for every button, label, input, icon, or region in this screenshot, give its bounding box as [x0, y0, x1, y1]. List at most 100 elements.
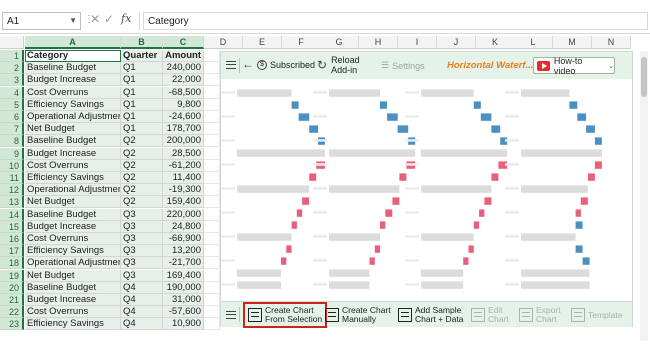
empty-cell[interactable] — [204, 220, 220, 233]
subscribed-button[interactable]: $ Subscribed — [257, 60, 315, 70]
cell-c[interactable]: 240,000 — [163, 62, 204, 75]
row-header[interactable]: 9 — [0, 147, 24, 160]
cell-b[interactable]: Q2 — [121, 135, 163, 148]
cell-b[interactable]: Q3 — [121, 233, 163, 245]
cell-a[interactable]: Efficiency Savings — [25, 318, 121, 331]
reload-addin-button[interactable]: ↻ Reload Add-in — [317, 55, 360, 75]
cell-b[interactable]: Q3 — [121, 208, 163, 221]
column-header-n[interactable]: N — [592, 36, 631, 49]
column-header-c[interactable]: C — [163, 36, 204, 49]
column-header-m[interactable]: M — [553, 36, 592, 49]
cell-c[interactable]: 9,800 — [163, 98, 204, 111]
cell-c[interactable]: -68,500 — [163, 86, 204, 99]
column-header-k[interactable]: K — [476, 36, 515, 49]
cell-c[interactable]: 13,200 — [163, 245, 204, 258]
column-header-i[interactable]: I — [398, 36, 437, 49]
row-header[interactable]: 5 — [0, 98, 24, 111]
row-header[interactable]: 3 — [0, 74, 24, 87]
empty-cell[interactable] — [204, 184, 220, 197]
cell-a[interactable]: Budget Increase — [25, 147, 121, 160]
row-header[interactable]: 1 — [0, 50, 24, 62]
cell-a[interactable]: Baseline Budget — [25, 135, 121, 148]
cell-b[interactable]: Q2 — [121, 172, 163, 184]
hamburger-icon[interactable] — [226, 61, 236, 69]
cell-c[interactable]: 22,000 — [163, 74, 204, 87]
row-header[interactable]: 21 — [0, 294, 24, 306]
row-header[interactable]: 11 — [0, 172, 24, 184]
empty-cell[interactable] — [204, 111, 220, 123]
edit-chart-button[interactable]: Edit Chart — [471, 304, 509, 326]
empty-cell[interactable] — [204, 196, 220, 209]
cell-b[interactable]: Q1 — [121, 86, 163, 99]
cell-b[interactable]: Q3 — [121, 220, 163, 233]
cell-c[interactable]: 220,000 — [163, 208, 204, 221]
empty-cell[interactable] — [204, 208, 220, 221]
scrollbar-thumb[interactable] — [641, 57, 647, 97]
formula-input[interactable]: Category — [143, 12, 648, 30]
export-chart-button[interactable]: Export Chart — [519, 304, 561, 326]
howto-video-dropdown[interactable]: How-to video ⌄ — [533, 56, 615, 76]
cell-b[interactable]: Q1 — [121, 123, 163, 136]
cell-a[interactable]: Cost Overruns — [25, 86, 121, 99]
row-header[interactable]: 23 — [0, 318, 24, 331]
empty-cell[interactable] — [204, 257, 220, 270]
cell-b[interactable]: Q1 — [121, 62, 163, 75]
column-header-a[interactable]: A — [25, 36, 121, 49]
column-header-g[interactable]: G — [320, 36, 359, 49]
row-header[interactable]: 18 — [0, 257, 24, 270]
settings-button[interactable]: ☰ Settings — [381, 60, 425, 71]
column-header-l[interactable]: L — [514, 36, 553, 49]
create-chart-from-selection-button[interactable]: Create Chart From Selection — [242, 302, 328, 328]
cell-c[interactable]: -21,700 — [163, 257, 204, 270]
empty-cell[interactable] — [204, 172, 220, 184]
row-header[interactable]: 8 — [0, 135, 24, 148]
cell-a[interactable]: Baseline Budget — [25, 281, 121, 294]
column-header-j[interactable]: J — [437, 36, 476, 49]
cell-a[interactable]: Efficiency Savings — [25, 172, 121, 184]
cell-c[interactable]: -19,300 — [163, 184, 204, 197]
cell-c[interactable]: Amount — [163, 50, 204, 62]
cell-c[interactable]: 178,700 — [163, 123, 204, 136]
cell-c[interactable]: 10,900 — [163, 318, 204, 331]
empty-cell[interactable] — [204, 86, 220, 99]
cell-b[interactable]: Q4 — [121, 294, 163, 306]
empty-cell[interactable] — [204, 233, 220, 245]
empty-cell[interactable] — [204, 159, 220, 172]
row-header[interactable]: 14 — [0, 208, 24, 221]
hamburger-icon[interactable] — [226, 311, 236, 319]
row-header[interactable]: 22 — [0, 306, 24, 319]
cell-b[interactable]: Q1 — [121, 111, 163, 123]
row-header[interactable]: 15 — [0, 220, 24, 233]
cell-a[interactable]: Cost Overruns — [25, 159, 121, 172]
cell-a[interactable]: Baseline Budget — [25, 208, 121, 221]
empty-cell[interactable] — [204, 123, 220, 136]
row-header[interactable]: 19 — [0, 269, 24, 282]
cell-c[interactable]: -57,600 — [163, 306, 204, 319]
drag-handle-icon[interactable]: ⋮ — [84, 14, 94, 25]
cell-b[interactable]: Q2 — [121, 159, 163, 172]
empty-cell[interactable] — [204, 135, 220, 148]
cell-b[interactable]: Q4 — [121, 306, 163, 319]
cell-a[interactable]: Net Budget — [25, 196, 121, 209]
empty-cell[interactable] — [204, 269, 220, 282]
select-all-corner[interactable] — [0, 36, 24, 49]
cell-b[interactable]: Q1 — [121, 74, 163, 87]
empty-cell[interactable] — [204, 281, 220, 294]
cell-a[interactable]: Baseline Budget — [25, 62, 121, 75]
cell-b[interactable]: Q4 — [121, 281, 163, 294]
column-header-d[interactable]: D — [204, 36, 243, 49]
template-button[interactable]: Template — [571, 304, 623, 326]
name-box[interactable]: A1 ▼ — [2, 12, 81, 30]
cell-b[interactable]: Q3 — [121, 257, 163, 270]
cell-a[interactable]: Net Budget — [25, 269, 121, 282]
cell-a[interactable]: Budget Increase — [25, 220, 121, 233]
cell-a[interactable]: Cost Overruns — [25, 233, 121, 245]
cell-c[interactable]: -66,900 — [163, 233, 204, 245]
row-header[interactable]: 6 — [0, 111, 24, 123]
row-header[interactable]: 10 — [0, 159, 24, 172]
row-header[interactable]: 2 — [0, 62, 24, 75]
cell-b[interactable]: Q2 — [121, 184, 163, 197]
cell-c[interactable]: 159,400 — [163, 196, 204, 209]
cell-b[interactable]: Q1 — [121, 98, 163, 111]
cell-b[interactable]: Q2 — [121, 196, 163, 209]
